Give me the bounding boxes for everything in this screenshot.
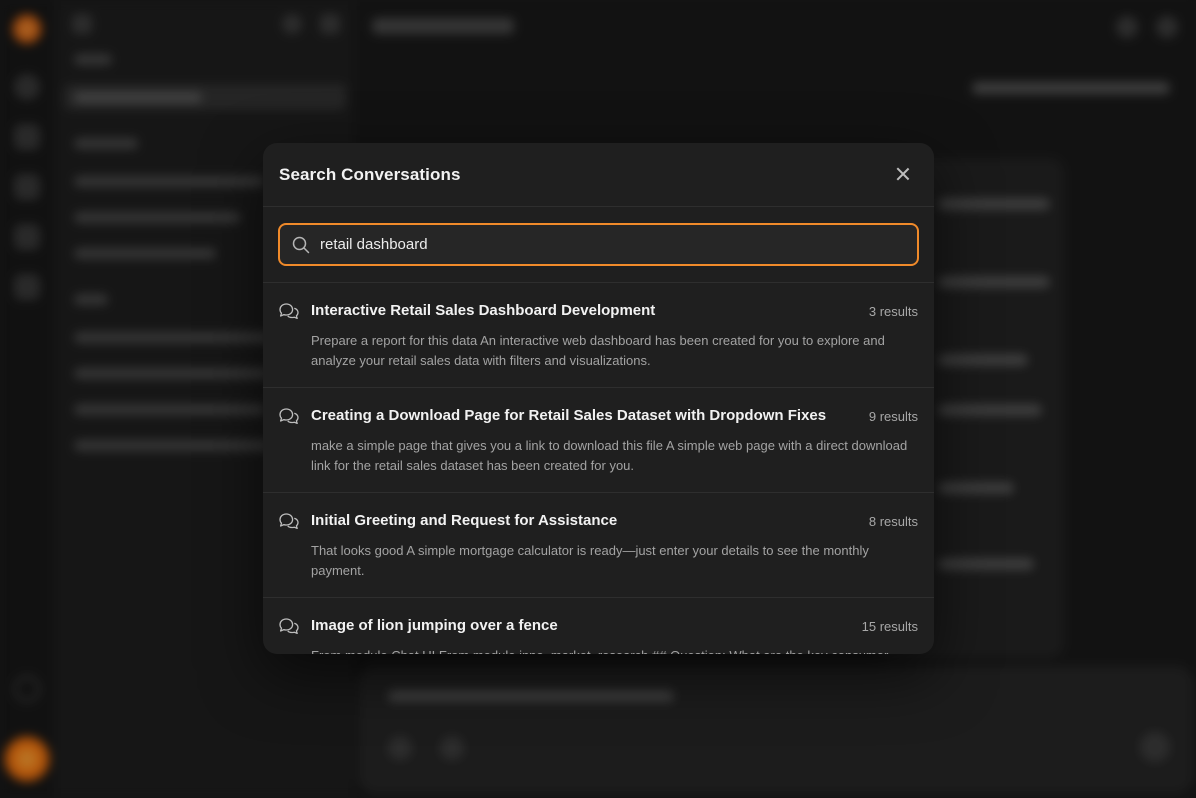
search-field[interactable]	[278, 223, 919, 266]
close-icon[interactable]	[894, 165, 912, 183]
search-input[interactable]	[320, 225, 910, 264]
search-section	[263, 207, 934, 283]
chat-bubbles-icon	[279, 408, 299, 425]
chat-bubbles-icon	[279, 618, 299, 635]
result-snippet: From module Chat UI From module inno_mar…	[311, 646, 919, 654]
result-item[interactable]: Creating a Download Page for Retail Sale…	[263, 388, 934, 493]
result-snippet: That looks good A simple mortgage calcul…	[311, 543, 869, 578]
chat-bubbles-icon	[279, 303, 299, 320]
result-item[interactable]: Image of lion jumping over a fence 15 re…	[263, 598, 934, 654]
result-title: Creating a Download Page for Retail Sale…	[311, 407, 827, 424]
chat-bubbles-icon	[279, 513, 299, 530]
modal-header: Search Conversations	[263, 143, 934, 207]
result-snippet: Prepare a report for this data An intera…	[311, 333, 885, 368]
result-snippet: make a simple page that gives you a link…	[311, 438, 908, 473]
search-icon	[292, 236, 310, 254]
result-title: Interactive Retail Sales Dashboard Devel…	[311, 302, 656, 319]
result-item[interactable]: Interactive Retail Sales Dashboard Devel…	[263, 283, 934, 388]
search-conversations-modal: Search Conversations Interactive Retail …	[263, 143, 934, 654]
result-count: 8 results	[868, 514, 918, 529]
result-item[interactable]: Initial Greeting and Request for Assista…	[263, 493, 934, 598]
result-count: 3 results	[868, 304, 918, 319]
result-title: Image of lion jumping over a fence	[311, 617, 558, 634]
result-count: 9 results	[868, 409, 918, 424]
app-window: Search Conversations Interactive Retail …	[0, 0, 1196, 798]
modal-title: Search Conversations	[279, 165, 461, 184]
result-count: 15 results	[861, 619, 918, 634]
result-title: Initial Greeting and Request for Assista…	[311, 512, 618, 529]
results-list: Interactive Retail Sales Dashboard Devel…	[263, 283, 934, 654]
